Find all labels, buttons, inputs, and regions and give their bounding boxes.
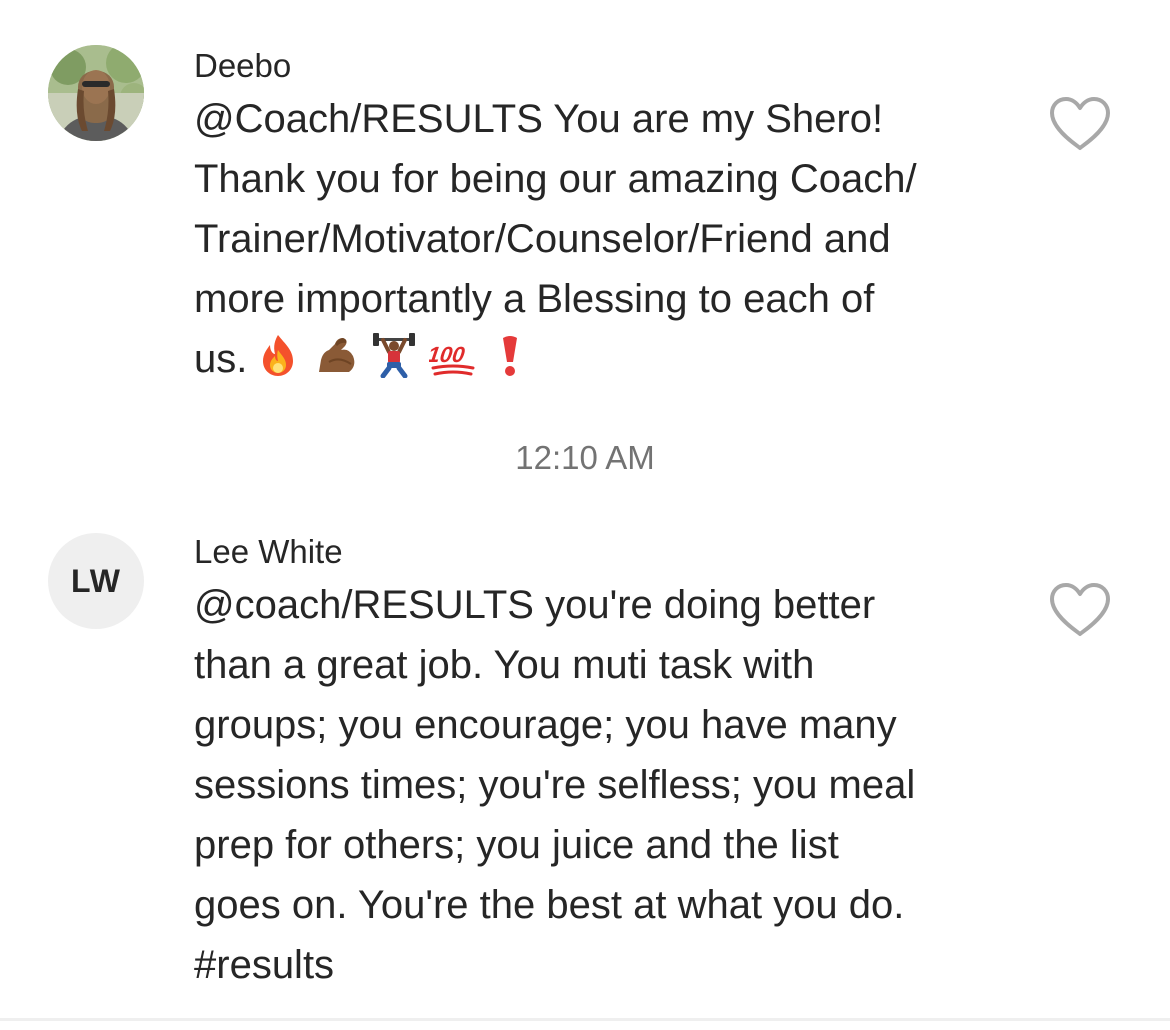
emoji-group: 100 bbox=[255, 332, 533, 378]
timestamp: 12:10 AM bbox=[515, 439, 655, 476]
avatar-initials: LW bbox=[71, 562, 121, 599]
avatar[interactable] bbox=[48, 45, 144, 141]
flexed-biceps-emoji bbox=[319, 338, 355, 372]
hundred-points-emoji: 100 bbox=[429, 342, 475, 376]
avatar[interactable]: LW bbox=[48, 533, 144, 629]
comment-username[interactable]: Deebo bbox=[194, 46, 291, 86]
fire-emoji bbox=[263, 335, 294, 376]
comment-username[interactable]: Lee White bbox=[194, 532, 343, 572]
divider bbox=[0, 1018, 1170, 1021]
exclamation-emoji bbox=[503, 336, 518, 376]
comment-body: @Coach/RESULTS You are my Shero! Thank y… bbox=[194, 89, 1054, 389]
heart-outline-icon[interactable] bbox=[1048, 96, 1112, 152]
avatar-photo-icon bbox=[48, 45, 144, 141]
heart-outline-icon[interactable] bbox=[1048, 582, 1112, 638]
svg-text:100: 100 bbox=[429, 342, 467, 367]
comment-body: @coach/RESULTS you're doing better than … bbox=[194, 583, 916, 987]
weight-lifter-emoji bbox=[373, 333, 416, 378]
